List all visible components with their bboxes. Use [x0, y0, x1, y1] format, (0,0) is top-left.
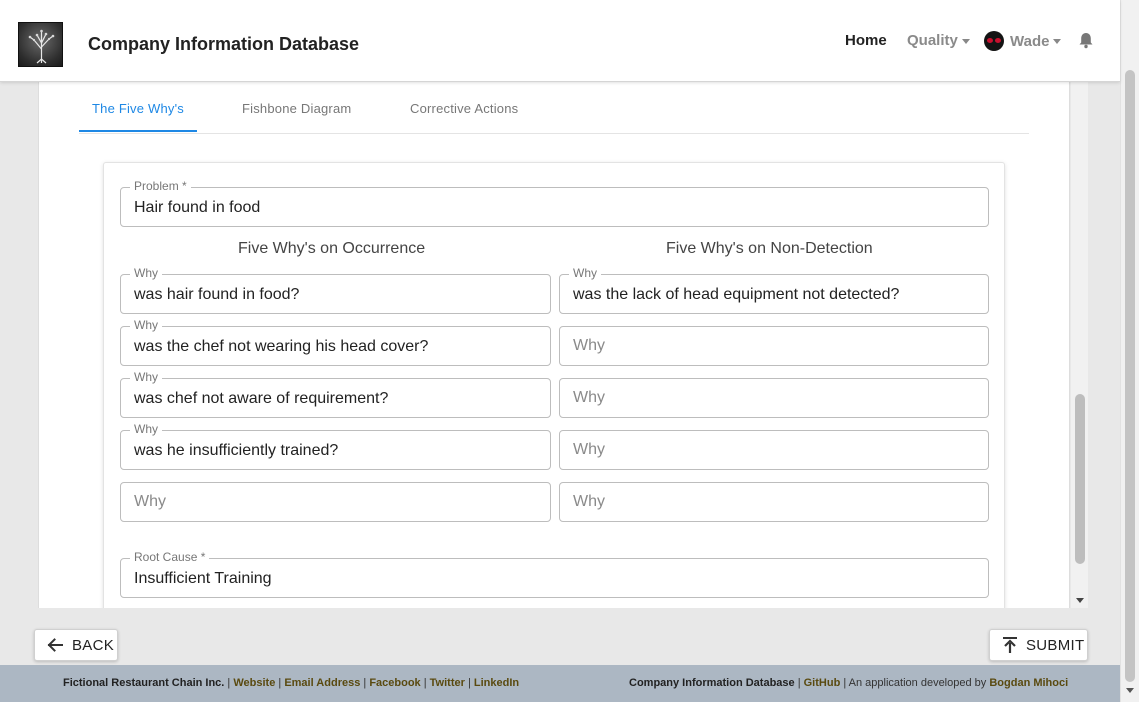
occurrence-why-3-input[interactable]: Why was chef not aware of requirement? — [120, 370, 551, 418]
footer-link-facebook[interactable]: Facebook — [369, 677, 420, 689]
problem-field[interactable]: Problem * Hair found in food — [120, 179, 989, 227]
page-scrollbar[interactable] — [1120, 0, 1139, 702]
active-tab-indicator — [79, 130, 197, 132]
occurrence-why-4-input[interactable]: Why was he insufficiently trained? — [120, 422, 551, 470]
why-value: was the lack of head equipment not detec… — [573, 286, 900, 303]
tree-logo-icon[interactable] — [18, 22, 63, 67]
root-cause-field[interactable]: Root Cause * Insufficient Training — [120, 550, 989, 598]
page-scroll-thumb[interactable] — [1125, 70, 1135, 682]
why-value: was chef not aware of requirement? — [134, 390, 389, 407]
non-detection-why-1-input[interactable]: Why was the lack of head equipment not d… — [559, 266, 989, 314]
top-header: Company Information Database Home Qualit… — [0, 0, 1120, 82]
non-detection-heading: Five Why's on Non-Detection — [666, 240, 873, 257]
why-label: Why — [130, 422, 162, 436]
scroll-down-arrow-icon[interactable] — [1126, 688, 1134, 693]
scroll-down-arrow-icon[interactable] — [1076, 598, 1084, 603]
upload-icon — [1003, 637, 1017, 653]
occurrence-why-2-input[interactable]: Why was the chef not wearing his head co… — [120, 318, 551, 366]
nav-home-link[interactable]: Home — [845, 32, 887, 49]
tab-fishbone-diagram[interactable]: Fishbone Diagram — [242, 101, 351, 116]
page-footer: Fictional Restaurant Chain Inc. | Websit… — [0, 665, 1120, 702]
footer-link-website[interactable]: Website — [233, 677, 275, 689]
submit-button-label: SUBMIT — [1026, 636, 1085, 654]
tab-bar: The Five Why's Fishbone Diagram Correcti… — [79, 82, 1029, 134]
footer-developed-by: An application developed by — [848, 677, 987, 689]
problem-label: Problem * — [130, 179, 191, 193]
arrow-left-icon — [47, 638, 63, 652]
five-whys-form: Problem * Hair found in food Five Why's … — [103, 162, 1005, 608]
footer-link-github[interactable]: GitHub — [804, 677, 841, 689]
why-label: Why — [130, 318, 162, 332]
user-menu-dropdown[interactable]: Wade — [984, 31, 1062, 51]
footer-link-twitter[interactable]: Twitter — [430, 677, 465, 689]
tab-five-whys[interactable]: The Five Why's — [92, 101, 184, 116]
app-title: Company Information Database — [88, 34, 360, 54]
non-detection-why-5-input[interactable]: Why — [559, 482, 989, 522]
nav-quality-label: Quality — [907, 32, 958, 49]
why-placeholder: Why — [573, 441, 605, 458]
back-button-label: BACK — [72, 636, 115, 654]
non-detection-why-2-input[interactable]: Why — [559, 326, 989, 366]
why-label: Why — [130, 370, 162, 384]
non-detection-why-3-input[interactable]: Why — [559, 378, 989, 418]
content-scroll-thumb[interactable] — [1075, 394, 1085, 564]
avatar — [984, 31, 1004, 51]
chevron-down-icon — [1053, 38, 1062, 44]
why-value: was he insufficiently trained? — [134, 442, 339, 459]
footer-right: Company Information Database | GitHub | … — [629, 677, 1068, 689]
footer-link-developer[interactable]: Bogdan Mihoci — [989, 677, 1068, 689]
footer-app-name: Company Information Database — [629, 677, 795, 689]
back-button[interactable]: BACK — [34, 629, 118, 661]
root-cause-value: Insufficient Training — [134, 570, 272, 587]
why-label: Why — [569, 266, 601, 280]
chevron-down-icon — [961, 38, 970, 44]
why-value: was the chef not wearing his head cover? — [134, 338, 429, 355]
footer-link-linkedin[interactable]: LinkedIn — [474, 677, 519, 689]
why-placeholder: Why — [573, 493, 605, 510]
why-label: Why — [130, 266, 162, 280]
root-cause-label: Root Cause * — [130, 550, 210, 564]
footer-link-email[interactable]: Email Address — [284, 677, 360, 689]
main-card: The Five Why's Fishbone Diagram Correcti… — [38, 82, 1070, 608]
nav-quality-dropdown[interactable]: Quality — [907, 32, 970, 49]
occurrence-why-5-input[interactable]: Why — [120, 482, 551, 522]
why-placeholder: Why — [573, 389, 605, 406]
user-name: Wade — [1010, 32, 1050, 50]
submit-button[interactable]: SUBMIT — [989, 629, 1088, 661]
bell-icon[interactable] — [1077, 31, 1095, 49]
content-scrollbar[interactable] — [1071, 82, 1088, 608]
why-value: was hair found in food? — [134, 286, 300, 303]
non-detection-why-4-input[interactable]: Why — [559, 430, 989, 470]
tab-corrective-actions[interactable]: Corrective Actions — [410, 101, 518, 116]
footer-company: Fictional Restaurant Chain Inc. — [63, 677, 225, 689]
why-placeholder: Why — [573, 337, 605, 354]
why-placeholder: Why — [134, 493, 166, 510]
problem-value: Hair found in food — [134, 199, 261, 216]
occurrence-why-1-input[interactable]: Why was hair found in food? — [120, 266, 551, 314]
occurrence-heading: Five Why's on Occurrence — [238, 240, 426, 257]
footer-left: Fictional Restaurant Chain Inc. | Websit… — [63, 677, 519, 689]
